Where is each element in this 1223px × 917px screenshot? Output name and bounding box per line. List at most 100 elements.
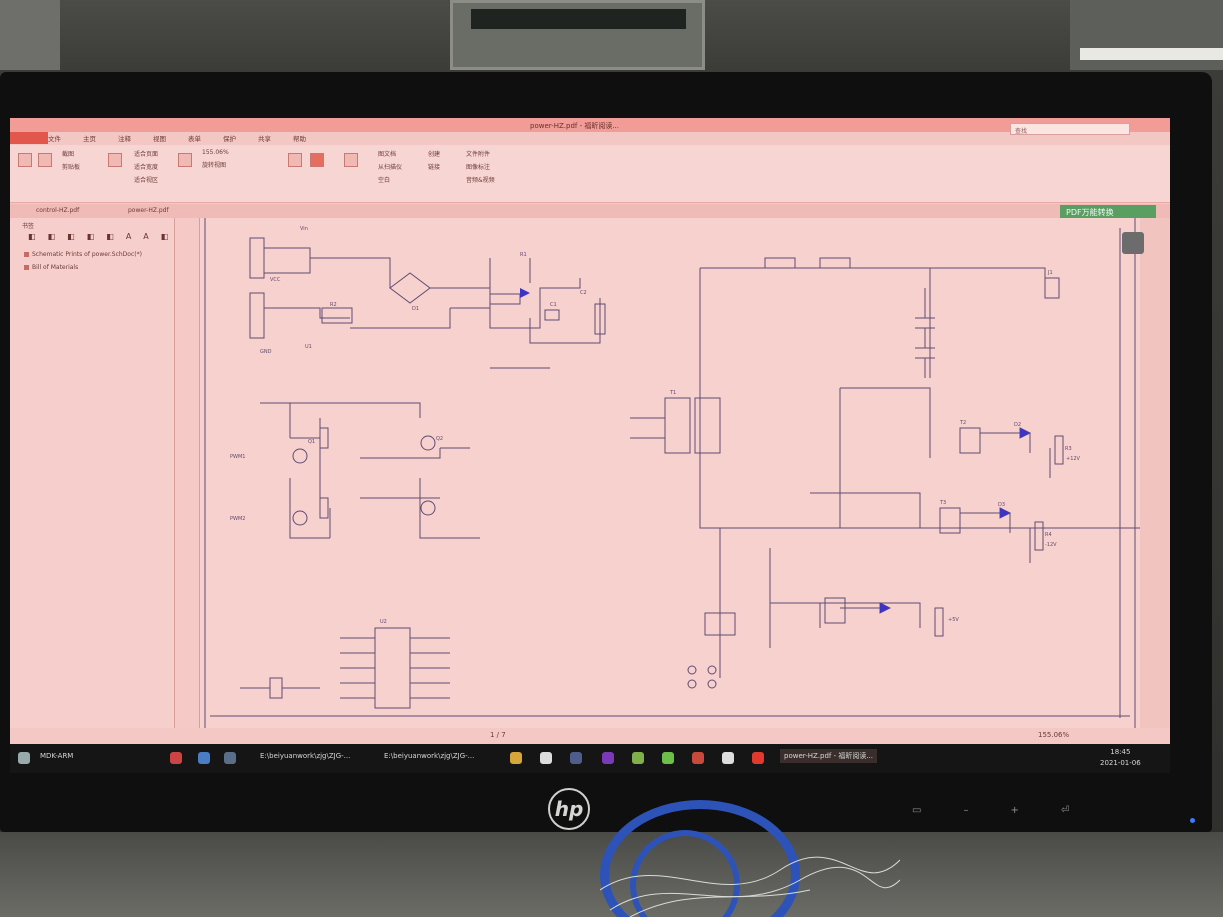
bookmark-icon[interactable]: ◧ (48, 232, 56, 241)
background-wall (0, 0, 60, 70)
taskbar-item-explorer-1[interactable]: E:\beiyuanwork\zjg\ZJG-... (260, 752, 350, 760)
vertical-scrollbar[interactable] (1140, 218, 1170, 728)
link-group: 创建 链接 (428, 151, 441, 171)
taskbar-item-foxit[interactable]: power-HZ.pdf - 福昕阅读... (780, 749, 878, 763)
pdf-convert-icon[interactable] (344, 153, 358, 167)
photo: power-HZ.pdf - 福昕阅读... 文件 主页 注释 视图 表单 保护… (0, 0, 1223, 917)
sidebar-title: 书签 (22, 223, 35, 230)
app-icon[interactable] (540, 752, 552, 764)
pdf-reader-window: power-HZ.pdf - 福昕阅读... 文件 主页 注释 视图 表单 保护… (10, 118, 1170, 773)
fit-visible-button[interactable]: 适合视区 (134, 175, 158, 184)
menu-item[interactable]: 主页 (83, 133, 96, 143)
app-icon[interactable] (198, 752, 210, 764)
svg-text:T3: T3 (939, 500, 946, 506)
bookmark-icon[interactable]: ◧ (161, 232, 169, 241)
menu-item[interactable]: 共享 (258, 133, 271, 143)
hand-tool-icon[interactable] (18, 153, 32, 167)
ceiling-light (1080, 48, 1223, 60)
minus-icon[interactable]: – (963, 805, 968, 816)
plus-icon[interactable]: + (1010, 805, 1018, 816)
font-up-icon[interactable]: A (126, 232, 131, 241)
app-icon[interactable] (692, 752, 704, 764)
svg-text:Q2: Q2 (436, 436, 443, 442)
file-menu-button[interactable] (10, 132, 48, 144)
wires (600, 856, 900, 917)
bookmark-icon[interactable]: ◧ (28, 232, 36, 241)
status-bar: 1 / 7 155.06% (10, 728, 1170, 744)
typewriter-icon[interactable] (288, 153, 302, 167)
fit-group: 适合页面 适合宽度 适合视区 (134, 149, 158, 188)
document-tabs: control-HZ.pdf power-HZ.pdf (10, 204, 1170, 218)
wechat-icon[interactable] (662, 752, 674, 764)
font-down-icon[interactable]: A (143, 232, 148, 241)
fit-width-button[interactable]: 适合宽度 (134, 162, 158, 171)
pdf-convert-banner[interactable]: PDF万能转换 (1060, 205, 1156, 219)
zoom-icon[interactable] (108, 153, 122, 167)
sidebar-toolbar: ◧ ◧ ◧ ◧ ◧ A A ◧ (28, 232, 168, 241)
menu-item[interactable]: 帮助 (293, 133, 306, 143)
insert-group: 文件附件 图像标注 音频&视频 (466, 151, 495, 184)
taskbar-item-explorer-2[interactable]: E:\beiyuanwork\zjg\ZJG-... (384, 752, 474, 760)
svg-text:J1: J1 (1047, 270, 1053, 276)
page-thumbnail-strip (175, 218, 200, 728)
svg-text:Q1: Q1 (308, 439, 315, 445)
start-icon[interactable] (18, 752, 30, 764)
shield-icon[interactable] (722, 752, 734, 764)
menu-icon[interactable]: ▭ (912, 805, 921, 816)
app-icon[interactable] (602, 752, 614, 764)
svg-text:T1: T1 (669, 390, 676, 396)
svg-text:C1: C1 (550, 302, 557, 308)
window-title: power-HZ.pdf - 福昕阅读... (530, 122, 620, 130)
svg-text:D1: D1 (412, 306, 419, 312)
bookmark-icon[interactable]: ◧ (87, 232, 95, 241)
menu-item[interactable]: 注释 (118, 133, 131, 143)
menu-bar: 文件 主页 注释 视图 表单 保护 共享 帮助 (48, 133, 306, 143)
rotate-view-icon[interactable] (178, 153, 192, 167)
input-icon[interactable]: ⏎ (1061, 805, 1069, 816)
tab-control-pdf[interactable]: control-HZ.pdf (36, 207, 79, 214)
app-icon[interactable] (570, 752, 582, 764)
svg-text:R2: R2 (330, 302, 337, 308)
bookmark-icon[interactable]: ◧ (67, 232, 75, 241)
page-indicator[interactable]: 1 / 7 (490, 731, 506, 739)
menu-item[interactable]: 文件 (48, 133, 61, 143)
app-icon[interactable] (632, 752, 644, 764)
svg-text:-12V: -12V (1045, 542, 1057, 548)
menu-item[interactable]: 保护 (223, 133, 236, 143)
fit-page-button[interactable]: 适合页面 (134, 149, 158, 158)
svg-text:PWM1: PWM1 (230, 454, 245, 460)
menu-item[interactable]: 表单 (188, 133, 201, 143)
monitor-screen: power-HZ.pdf - 福昕阅读... 文件 主页 注释 视图 表单 保护… (10, 118, 1170, 773)
clipboard-group: 截图 剪贴板 (62, 151, 81, 171)
svg-text:T2: T2 (959, 420, 966, 426)
zoom-select[interactable]: 155.06% (202, 149, 229, 156)
hp-logo: hp (548, 788, 590, 830)
power-led (1190, 818, 1195, 823)
tab-power-pdf[interactable]: power-HZ.pdf (128, 207, 169, 214)
menu-item[interactable]: 视图 (153, 133, 166, 143)
app-icon[interactable] (510, 752, 522, 764)
app-icon[interactable] (170, 752, 182, 764)
ribbon-toolbar: 截图 剪贴板 适合页面 适合宽度 适合视区 155.06% 旋转视图 图文档 从扫描… (10, 145, 1170, 203)
bookmark-sidebar: 书签 ◧ ◧ ◧ ◧ ◧ A A ◧ Schematic Prints of p… (10, 218, 175, 728)
bookmark-icon (24, 265, 29, 270)
bookmark-icon[interactable]: ◧ (106, 232, 114, 241)
taskbar-item-mdk[interactable]: MDK-ARM (40, 752, 73, 760)
search-input[interactable]: 查找 (1010, 123, 1130, 135)
sidebar-item-bom[interactable]: Bill of Materials (32, 264, 78, 271)
highlight-icon[interactable] (310, 153, 324, 167)
taskbar-clock[interactable]: 18:45 2021-01-06 (1100, 747, 1141, 769)
svg-text:+5V: +5V (948, 617, 959, 623)
zoom-indicator[interactable]: 155.06% (1038, 731, 1069, 739)
svg-text:VCC: VCC (270, 277, 281, 283)
svg-text:Vin: Vin (300, 226, 308, 232)
app-icon[interactable] (224, 752, 236, 764)
sidebar-item-schematic[interactable]: Schematic Prints of power.SchDoc(*) (32, 251, 142, 258)
svg-text:D3: D3 (998, 502, 1005, 508)
bookmark-icon (24, 252, 29, 257)
select-text-icon[interactable] (38, 153, 52, 167)
app-icon[interactable] (752, 752, 764, 764)
svg-text:C2: C2 (580, 290, 587, 296)
lightbulb-icon[interactable] (1122, 232, 1144, 254)
title-bar: power-HZ.pdf - 福昕阅读... (10, 118, 1170, 132)
